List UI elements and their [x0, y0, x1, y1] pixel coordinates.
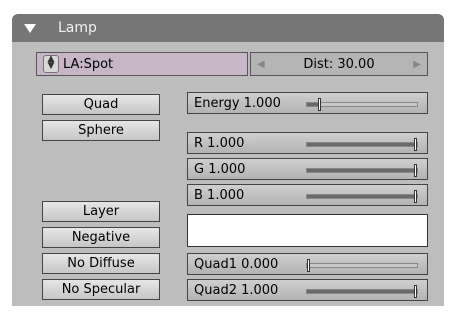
dist-field[interactable]: ◀ Dist: 30.00 ▶ — [250, 52, 428, 76]
quad1-slider-knob[interactable] — [307, 259, 310, 272]
quad-button[interactable]: Quad — [42, 94, 160, 115]
quad1-slider[interactable]: Quad1 0.000 — [187, 253, 428, 275]
lamp-datablock-field[interactable]: ▲ ▼ LA:Spot — [36, 52, 248, 76]
g-label: G 1.000 — [194, 162, 246, 177]
quad2-slider[interactable]: Quad2 1.000 — [187, 279, 428, 301]
energy-slider-track[interactable] — [306, 98, 418, 111]
lamp-panel-header[interactable]: Lamp — [12, 14, 444, 42]
b-slider-fill — [307, 195, 417, 198]
quad1-slider-track[interactable] — [306, 259, 418, 272]
g-slider[interactable]: G 1.000 — [187, 158, 428, 180]
energy-slider[interactable]: Energy 1.000 — [187, 92, 428, 114]
quad2-slider-knob[interactable] — [414, 285, 417, 298]
r-slider[interactable]: R 1.000 — [187, 132, 428, 154]
energy-slider-knob[interactable] — [318, 98, 321, 111]
r-slider-knob[interactable] — [414, 138, 417, 151]
b-slider-knob[interactable] — [414, 190, 417, 203]
layer-button[interactable]: Layer — [42, 201, 160, 222]
r-label: R 1.000 — [194, 136, 245, 151]
r-slider-track[interactable] — [306, 138, 418, 151]
browse-datablock-icon[interactable]: ▲ ▼ — [43, 55, 59, 73]
no-specular-button[interactable]: No Specular — [42, 279, 160, 300]
b-label: B 1.000 — [194, 188, 245, 203]
g-slider-track[interactable] — [306, 164, 418, 177]
dist-label: Dist: 30.00 — [303, 56, 375, 72]
energy-slider-fill — [307, 103, 318, 106]
increment-arrow-icon[interactable]: ▶ — [413, 59, 421, 70]
collapse-triangle-icon[interactable] — [22, 20, 38, 36]
r-slider-fill — [307, 143, 417, 146]
no-diffuse-button[interactable]: No Diffuse — [42, 253, 160, 274]
b-slider[interactable]: B 1.000 — [187, 184, 428, 206]
g-slider-knob[interactable] — [414, 164, 417, 177]
lamp-color-swatch[interactable] — [187, 214, 428, 247]
sphere-button[interactable]: Sphere — [42, 120, 160, 141]
quad2-label: Quad2 1.000 — [194, 283, 279, 298]
decrement-arrow-icon[interactable]: ◀ — [257, 59, 265, 70]
energy-label: Energy 1.000 — [194, 96, 281, 111]
datablock-name: LA:Spot — [63, 56, 114, 72]
quad2-slider-fill — [307, 290, 417, 293]
g-slider-fill — [307, 169, 417, 172]
quad2-slider-track[interactable] — [306, 285, 418, 298]
quad1-label: Quad1 0.000 — [194, 257, 279, 272]
panel-title: Lamp — [58, 20, 97, 36]
negative-button[interactable]: Negative — [42, 227, 160, 248]
b-slider-track[interactable] — [306, 190, 418, 203]
